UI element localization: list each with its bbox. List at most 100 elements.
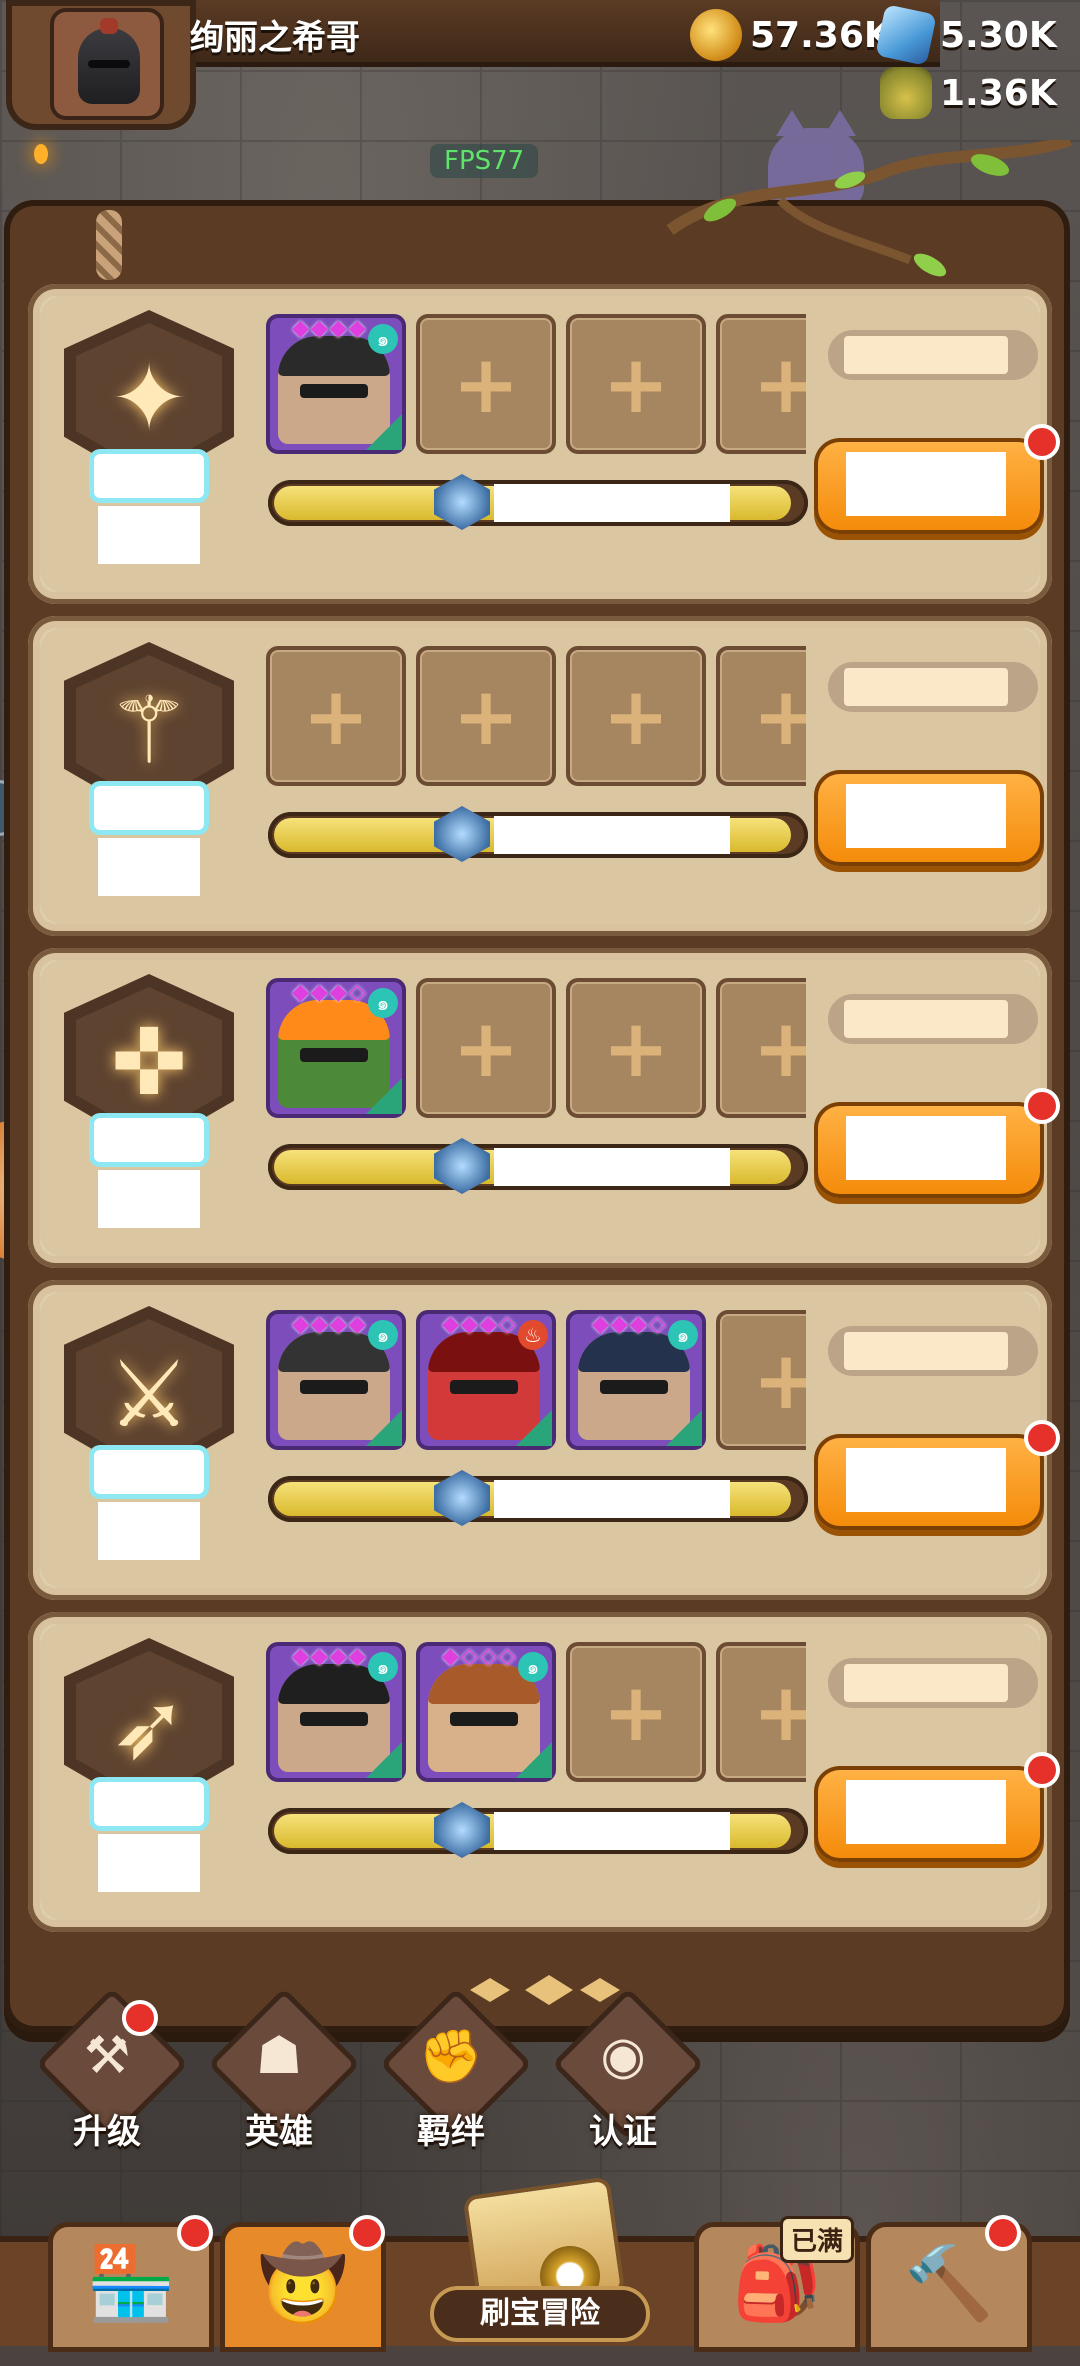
hero-slot[interactable]: ◆◆◆◆ ๑ [266,1310,406,1450]
hero-slots: ◆◆◆◆ ๑ ◆◆◆◇ ♨ ◆◆◆◇ ๑ + [266,1310,806,1452]
bottom-nav: 🏪 🤠 刷宝冒险 🎒 🔨 [0,2176,1080,2352]
shop-badge [177,2215,213,2251]
hero-slot[interactable]: ◆◆◆◇ ๑ [566,1310,706,1450]
plus-icon: + [602,1665,670,1759]
vine-decoration [666,140,1072,277]
plus-icon: + [302,669,370,763]
class-name-label [98,506,200,564]
hero-slot[interactable]: ◆◇◇◇ ๑ [416,1642,556,1782]
potion-currency[interactable]: 1.36K [880,66,1057,120]
class-progress-bar [268,474,808,530]
upgrade-class-button[interactable] [814,438,1044,534]
hero-icon: ☗ [255,2026,303,2086]
hero-slot[interactable]: ◆◆◆◇ ๑ [266,978,406,1118]
hero-slot[interactable]: ◆◆◆◇ ♨ [416,1310,556,1450]
empty-hero-slot[interactable]: + [566,314,706,454]
empty-hero-slot[interactable]: + [266,646,406,786]
nav-forge-button[interactable]: 🔨 [866,2215,1032,2352]
empty-hero-slot[interactable]: + [416,646,556,786]
hero-stars: ◆◇◇◇ [442,1644,518,1669]
empty-hero-slot[interactable]: + [416,978,556,1118]
progress-label [494,484,730,522]
notification-badge [1024,1420,1060,1456]
wind-element-icon: ๑ [518,1652,548,1682]
notification-badge [1024,1088,1060,1124]
fps-counter: FPS77 [430,144,539,178]
plus-icon: + [452,669,520,763]
rank-gem-icon [434,474,490,530]
class-level-label [94,786,204,830]
avatar[interactable] [50,8,164,120]
empty-hero-slot[interactable]: + [566,978,706,1118]
plus-icon: + [752,1333,806,1427]
upgrade-icon: ⚒ [83,2026,131,2086]
hero-slots: ◆◆◆◆ ๑ ◆◇◇◇ ๑ + + [266,1642,806,1784]
empty-hero-slot[interactable]: + [416,314,556,454]
hero-slot[interactable]: ◆◆◆◆ ๑ [266,314,406,454]
plus-icon: + [452,1001,520,1095]
empty-hero-slot[interactable]: + [716,1642,806,1782]
hero-slots: + + + + [266,646,806,788]
wind-element-icon: ๑ [368,324,398,354]
notification-badge [1024,424,1060,460]
hero-stars: ◆◆◆◆ [292,1312,368,1337]
nav-hero-button[interactable]: 🤠 [220,2215,386,2352]
full-tag: 已满 [780,2216,855,2263]
hero-slots: ◆◆◆◆ ๑ + + + [266,314,806,456]
empty-hero-slot[interactable]: + [716,314,806,454]
plus-icon: + [752,1001,806,1095]
hero-stars: ◆◆◆◇ [292,980,368,1005]
class-name-label [98,1834,200,1892]
adventure-label: 刷宝冒险 [430,2286,650,2342]
gold-coin-icon [690,9,742,61]
action-tab[interactable]: ⚒ 升级 [32,1987,189,2154]
empty-hero-slot[interactable]: + [716,978,806,1118]
upgrade-class-button[interactable] [814,1434,1044,1530]
wind-element-icon: ๑ [368,988,398,1018]
class-name-label [98,1502,200,1560]
hero-avatar-icon: 🤠 [258,2241,348,2325]
gold-currency[interactable]: 57.36K [690,8,892,62]
hero-portrait [278,1000,390,1108]
nav-shop-button[interactable]: 🏪 [48,2215,214,2352]
upgrade-class-button[interactable] [814,1102,1044,1198]
notification-badge [1024,1752,1060,1788]
upgrade-class-button[interactable] [814,1766,1044,1862]
empty-hero-slot[interactable]: + [566,646,706,786]
info-pill [828,662,1038,712]
class-card: ✦ ◆◆◆◆ ๑ + + + [28,284,1060,604]
notification-badge [122,2000,158,2036]
wind-element-icon: ๑ [368,1320,398,1350]
empty-hero-slot[interactable]: + [566,1642,706,1782]
hero-portrait [278,336,390,444]
eye-icon: ◉ [600,2026,646,2086]
class-card: ✜ ◆◆◆◇ ๑ + + + [28,948,1060,1268]
upgrade-class-button[interactable] [814,770,1044,866]
action-tab-label: 英雄 [245,2112,313,2152]
hero-stars: ◆◆◆◆ [292,316,368,341]
nav-adventure-button[interactable]: 刷宝冒险 [390,2176,690,2366]
upgrade-class-label [846,1780,1006,1844]
hero-portrait [278,1664,390,1772]
hero-slots: ◆◆◆◇ ๑ + + + [266,978,806,1120]
crossbow-icon: ✜ [110,1008,188,1116]
class-level-label [94,1118,204,1162]
potion-icon [880,67,932,119]
upgrade-class-label [846,1448,1006,1512]
action-tab[interactable]: ✊ 羁绊 [376,1987,533,2154]
class-name-label [98,1170,200,1228]
action-tab[interactable]: ☗ 英雄 [204,1987,361,2154]
class-level-label [94,1450,204,1494]
hero-slot[interactable]: ◆◆◆◆ ๑ [266,1642,406,1782]
progress-label [494,1812,730,1850]
avatar-frame[interactable] [6,0,196,130]
class-card: ⚔ ◆◆◆◆ ๑ ◆◆◆◇ ♨ ◆◆◆◇ ๑ + [28,1280,1060,1600]
gem-value: 5.30K [940,14,1057,56]
empty-hero-slot[interactable]: + [716,646,806,786]
progress-label [494,1148,730,1186]
empty-hero-slot[interactable]: + [716,1310,806,1450]
class-level-label [94,1782,204,1826]
class-name-label [98,838,200,896]
gem-currency[interactable]: 5.30K [875,4,1057,66]
action-tab[interactable]: ◉ 认证 [548,1987,705,2154]
